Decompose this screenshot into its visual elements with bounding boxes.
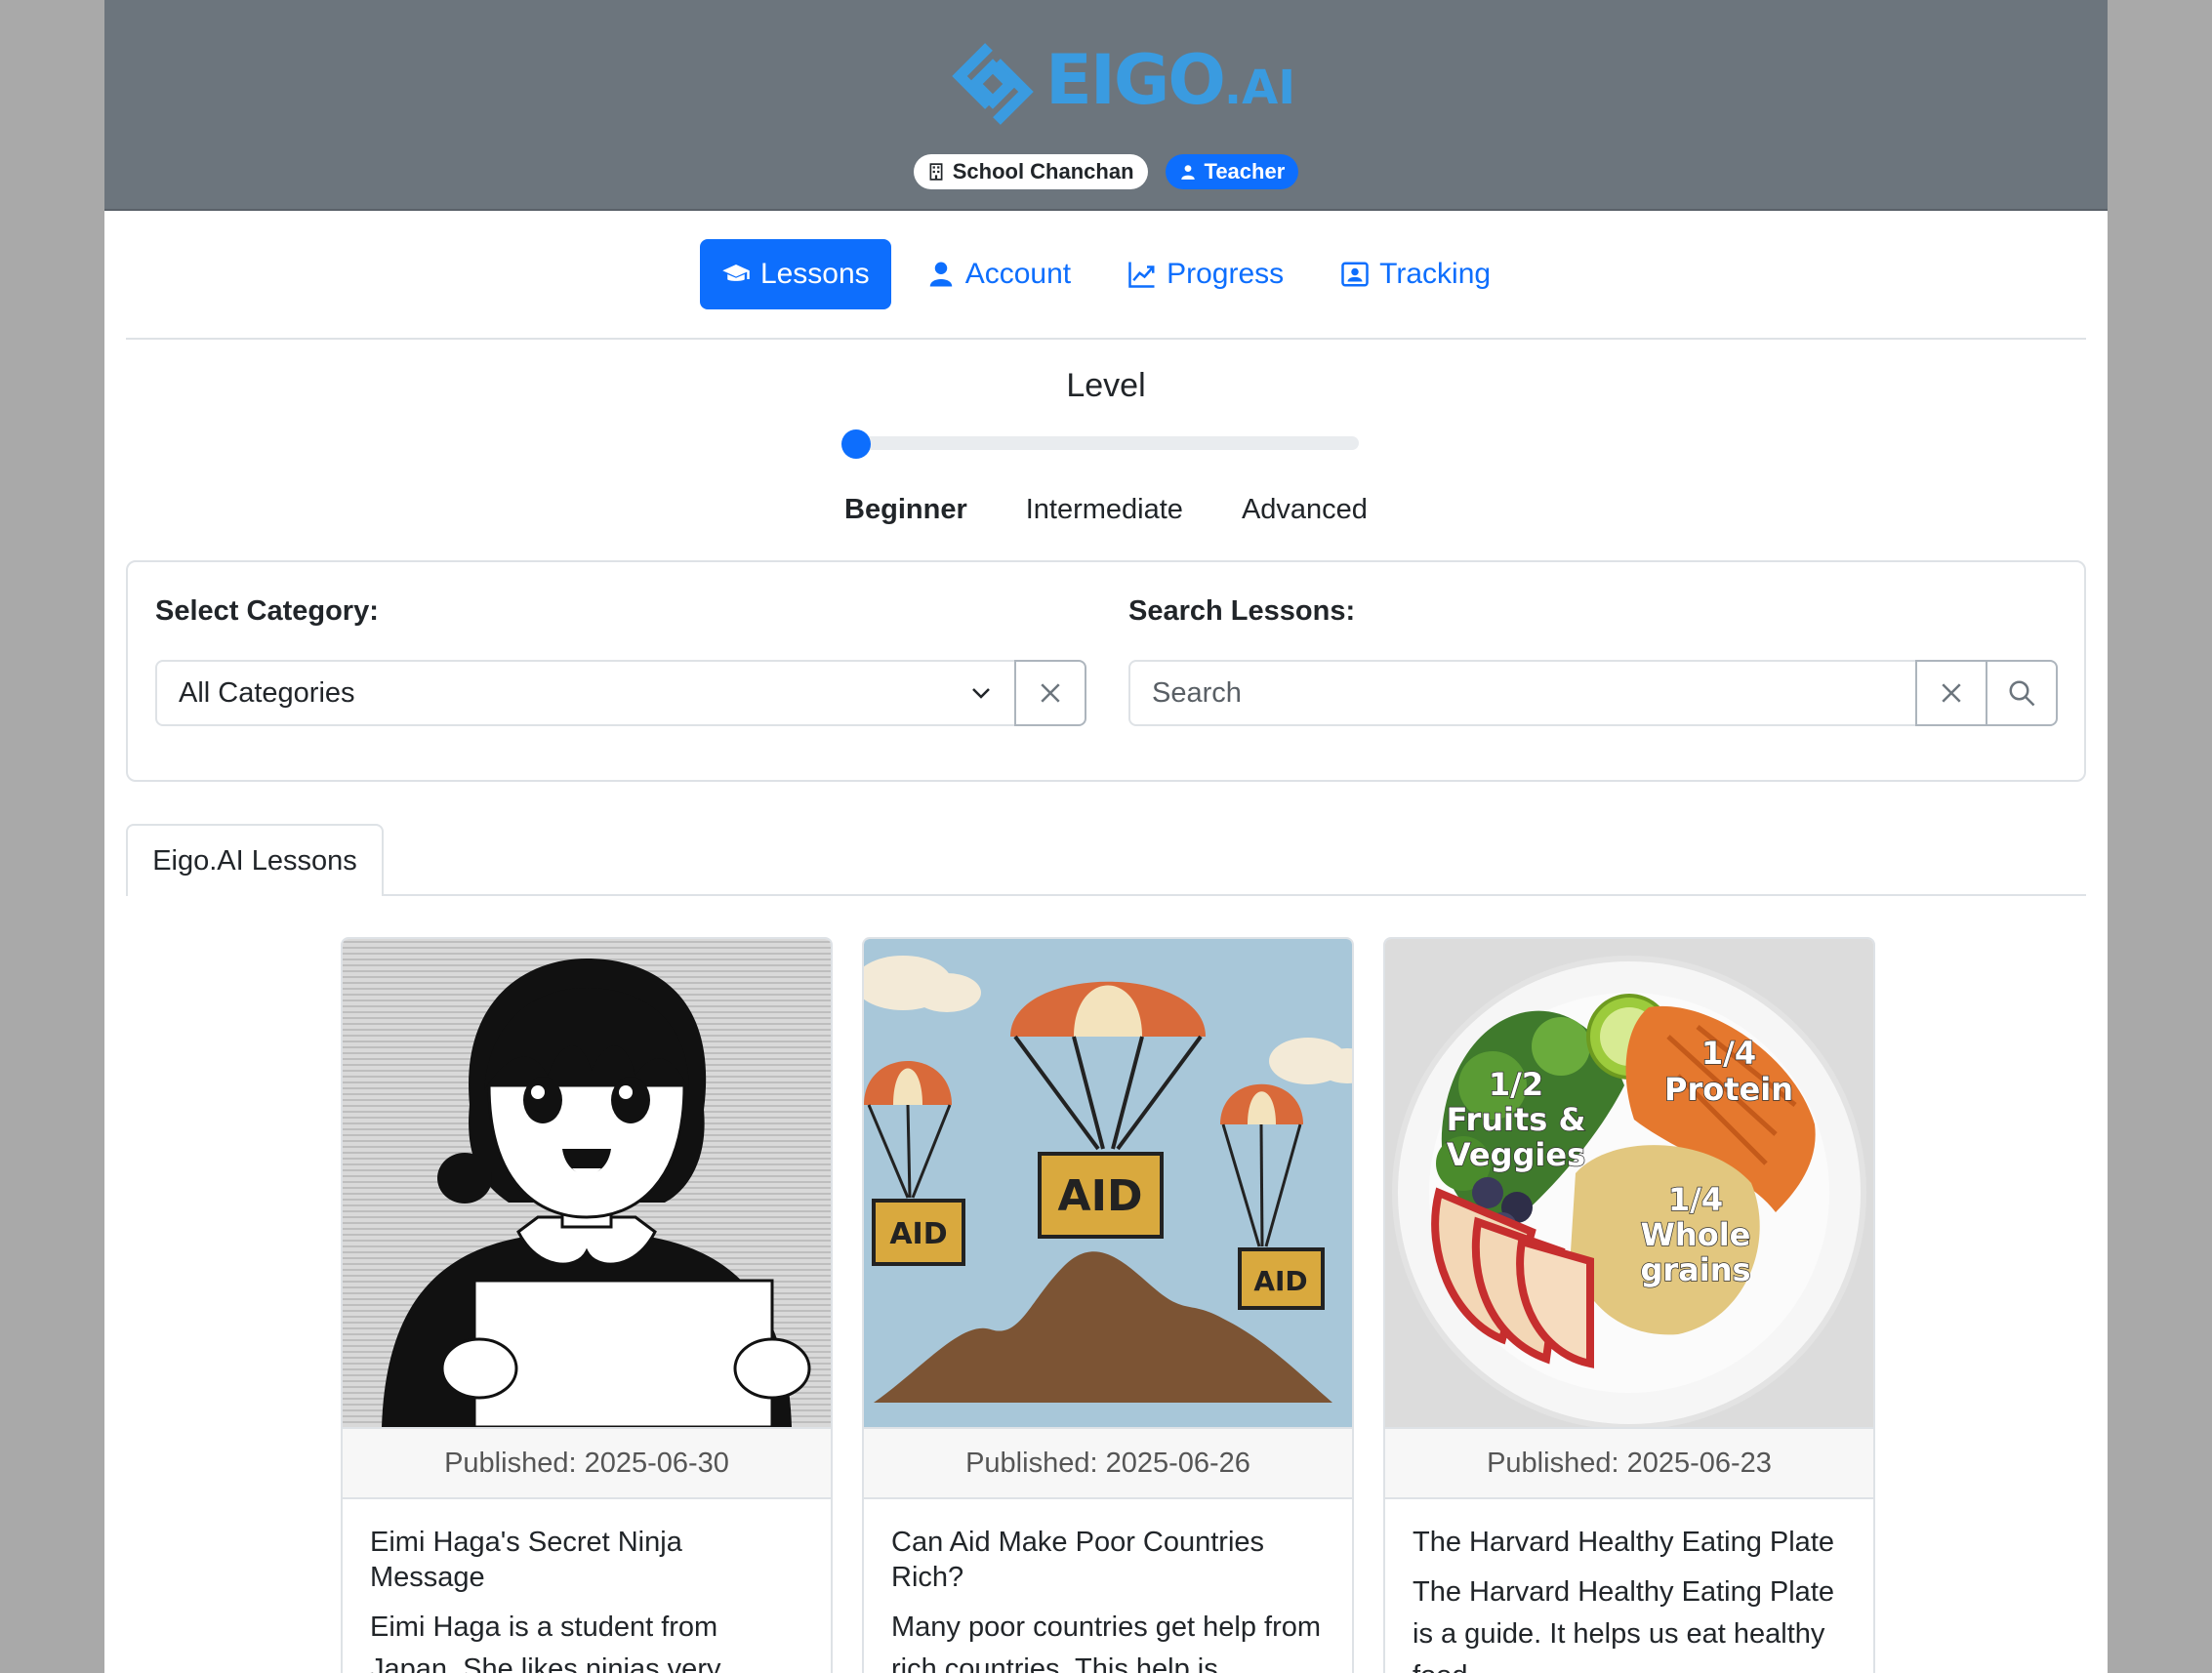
nav-divider [126,338,2086,340]
category-group: All Categories [155,660,1086,726]
level-advanced[interactable]: Advanced [1242,494,1368,526]
svg-text:AID: AID [1058,1171,1143,1221]
nav-lessons-label: Lessons [759,258,870,290]
nav-tracking-label: Tracking [1379,258,1492,290]
logo-mark-icon [952,43,1034,125]
publish-date: Published: 2025-06-23 [1385,1427,1873,1499]
svg-text:Whole: Whole [1641,1216,1751,1253]
person-icon [1180,165,1195,180]
level-slider-track[interactable] [841,436,1359,450]
svg-text:grains: grains [1640,1251,1750,1288]
app-window: EIGO.AI School Chanchan Teacher Lessons … [104,0,2108,1673]
nav-progress[interactable]: Progress [1106,239,1305,309]
school-name: School Chanchan [952,159,1134,184]
nav-account[interactable]: Account [905,239,1092,309]
lesson-summary: Many poor countries get help from rich c… [891,1612,1322,1673]
svg-text:Protein: Protein [1664,1071,1793,1108]
lesson-image-ninja-girl [343,939,831,1427]
level-slider-thumb[interactable] [841,429,871,459]
search-button[interactable] [1986,660,2058,726]
lesson-title[interactable]: Can Aid Make Poor Countries Rich? [891,1525,1325,1595]
level-options: Beginner Intermediate Advanced [104,494,2108,526]
nav-lessons[interactable]: Lessons [699,239,891,309]
nav-tracking[interactable]: Tracking [1319,239,1512,309]
filter-panel: Select Category: All Categories Search L… [126,560,2086,782]
lesson-title[interactable]: The Harvard Healthy Eating Plate [1413,1525,1846,1560]
lesson-image-healthy-plate: 1/2 Fruits & Veggies 1/4 Protein 1/4 Who… [1385,939,1873,1427]
role-name: Teacher [1204,159,1286,184]
user-badges: School Chanchan Teacher [104,154,2108,189]
publish-date: Published: 2025-06-30 [343,1427,831,1499]
school-badge: School Chanchan [913,154,1148,189]
tab-eigo-lessons[interactable]: Eigo.AI Lessons [126,824,384,896]
search-label: Search Lessons: [1128,595,1356,627]
card-body: Eimi Haga's Secret Ninja Message Eimi Ha… [343,1499,831,1673]
lesson-image-aid-parachutes: AID AID AID [864,939,1352,1427]
lesson-summary: The Harvard Healthy Eating Plate is a gu… [1413,1576,1834,1673]
category-value: All Categories [179,676,355,709]
chart-line-icon [1128,262,1155,288]
svg-text:1/2: 1/2 [1489,1066,1543,1103]
search-input[interactable] [1152,676,1894,710]
search-icon [2009,680,2035,707]
close-icon [1942,683,1961,703]
nav-account-label: Account [964,258,1072,290]
user-icon [929,262,952,287]
search-field[interactable] [1128,660,1917,726]
svg-text:Veggies: Veggies [1447,1136,1585,1173]
lesson-card[interactable]: 1/2 Fruits & Veggies 1/4 Protein 1/4 Who… [1383,937,1875,1673]
svg-text:AID: AID [1253,1265,1307,1297]
lesson-card[interactable]: Published: 2025-06-30 Eimi Haga's Secret… [341,937,833,1673]
publish-date: Published: 2025-06-26 [864,1427,1352,1499]
search-group [1128,660,2058,726]
level-title: Level [1066,367,1146,404]
chevron-down-icon [972,688,990,699]
card-body: The Harvard Healthy Eating Plate The Har… [1385,1499,1873,1673]
category-select[interactable]: All Categories [155,660,1016,726]
clear-category-button[interactable] [1014,660,1086,726]
main-nav: Lessons Account Progress Tracking [104,239,2108,309]
svg-text:Fruits &: Fruits & [1447,1101,1586,1138]
lesson-title[interactable]: Eimi Haga's Secret Ninja Message [370,1525,803,1595]
nav-progress-label: Progress [1167,258,1285,290]
role-badge: Teacher [1165,154,1299,189]
lesson-summary: Eimi Haga is a student from Japan. She l… [370,1612,721,1673]
graduation-cap-icon [722,265,750,281]
lesson-card[interactable]: AID AID AID Published: 2025-06-26 Can Ai… [862,937,1354,1673]
person-badge-icon [1341,262,1369,287]
site-header: EIGO.AI School Chanchan Teacher [104,0,2108,211]
level-beginner[interactable]: Beginner [844,494,967,526]
svg-text:AID: AID [889,1217,947,1251]
svg-text:1/4: 1/4 [1668,1181,1723,1218]
close-icon [1041,683,1060,703]
tab-divider [126,894,2086,896]
eigo-logo[interactable]: EIGO.AI [946,37,1295,131]
svg-text:1/4: 1/4 [1701,1035,1756,1072]
clear-search-button[interactable] [1915,660,1987,726]
logo-text: EIGO.AI [1045,40,1296,120]
level-intermediate[interactable]: Intermediate [1026,494,1183,526]
lesson-cards: Published: 2025-06-30 Eimi Haga's Secret… [341,937,1875,1673]
card-body: Can Aid Make Poor Countries Rich? Many p… [864,1499,1352,1673]
building-icon [929,163,943,181]
category-label: Select Category: [155,595,379,627]
